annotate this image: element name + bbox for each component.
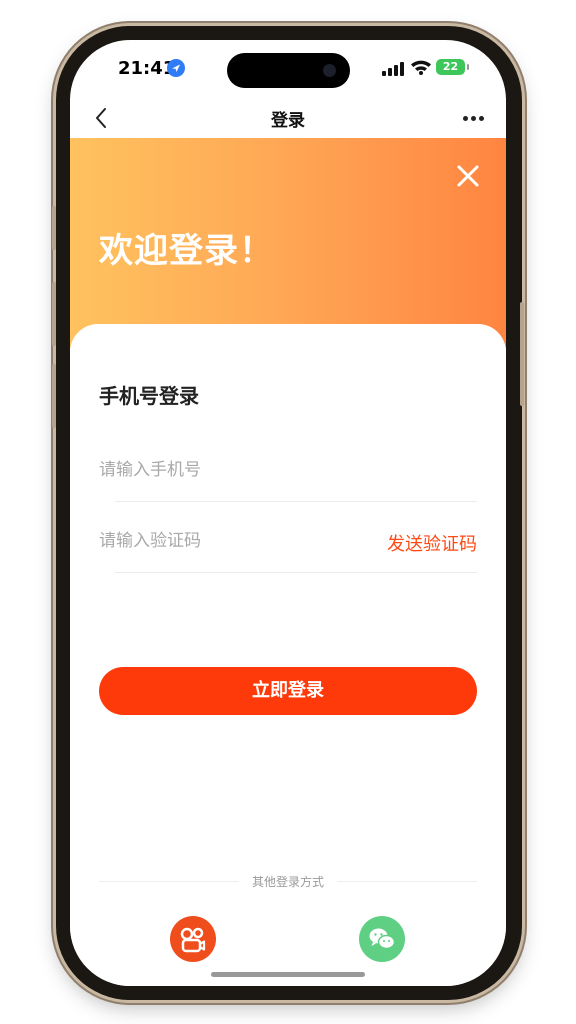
- code-field: 发送验证码: [99, 521, 477, 567]
- wechat-login-button[interactable]: [359, 916, 405, 962]
- home-indicator: [211, 972, 365, 977]
- divider-line-right: [337, 881, 477, 882]
- phone-input[interactable]: [99, 450, 359, 490]
- kuaishou-login-button[interactable]: [170, 916, 216, 962]
- more-icon[interactable]: [463, 116, 484, 121]
- login-card: 手机号登录 发送验证码 立即登录 其他登录方式: [70, 324, 506, 986]
- section-title: 手机号登录: [99, 384, 199, 408]
- other-login-divider: 其他登录方式: [99, 872, 477, 892]
- code-input[interactable]: [99, 521, 359, 561]
- phone-field: [99, 450, 477, 496]
- page-title: 登录: [271, 111, 305, 131]
- close-icon[interactable]: [452, 160, 484, 192]
- login-button[interactable]: 立即登录: [99, 667, 477, 715]
- phone-divider: [115, 501, 477, 502]
- kuaishou-icon: [180, 927, 206, 953]
- battery-cap: [467, 64, 469, 70]
- welcome-heading: 欢迎登录！: [99, 231, 274, 271]
- status-bar: 21:41 22: [70, 40, 506, 98]
- code-divider: [115, 572, 477, 573]
- welcome-banner: 欢迎登录！: [70, 138, 506, 348]
- wechat-icon: [369, 928, 396, 950]
- screen: 21:41 22 登录 欢迎登录！ 手机号登录 请输入手机号 请输入验证码 发送…: [70, 40, 506, 986]
- dynamic-island: [227, 53, 350, 88]
- location-arrow-icon: [167, 59, 185, 77]
- volume-up-button: [52, 282, 56, 346]
- power-button: [520, 302, 524, 406]
- battery-icon: 22: [436, 59, 465, 75]
- wifi-icon: [410, 59, 432, 79]
- send-code-button[interactable]: 发送验证码: [387, 530, 477, 556]
- cellular-signal-icon: [382, 62, 404, 76]
- volume-down-button: [52, 364, 56, 428]
- nav-bar: 登录: [70, 98, 506, 138]
- action-button: [52, 206, 56, 250]
